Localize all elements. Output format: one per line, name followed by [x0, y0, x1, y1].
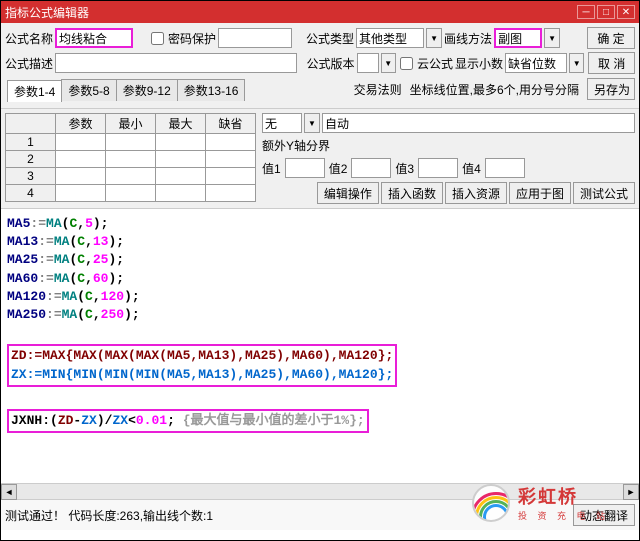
type-input[interactable]	[356, 28, 424, 48]
ver-label: 公式版本	[307, 55, 355, 72]
close-icon[interactable]: ✕	[617, 5, 635, 19]
watermark-subtitle: 投 资 充 电 站	[518, 509, 609, 522]
ok-button[interactable]: 确 定	[587, 27, 635, 49]
insert-func-button[interactable]: 插入函数	[381, 182, 443, 204]
type-label: 公式类型	[306, 30, 354, 47]
rule-dropdown[interactable]: ▼	[304, 113, 320, 133]
extra-y-label: 额外Y轴分界	[262, 139, 330, 153]
maximize-icon[interactable]: □	[597, 5, 615, 19]
val2-input[interactable]	[351, 158, 391, 178]
watermark-title: 彩虹桥	[518, 483, 609, 509]
highlight-zd-zx: ZD:=MAX{MAX(MAX(MAX(MA5,MA13),MA25),MA60…	[7, 344, 397, 386]
param-cell[interactable]	[56, 134, 106, 151]
desc-label: 公式描述	[5, 55, 53, 72]
scroll-left-icon[interactable]: ◄	[1, 484, 17, 500]
tab-params-5-8[interactable]: 参数5-8	[61, 79, 116, 101]
formula-name-input[interactable]	[55, 28, 133, 48]
name-label: 公式名称	[5, 30, 53, 47]
scroll-right-icon[interactable]: ►	[623, 484, 639, 500]
params-table: 参数最小最大缺省 1 2 3 4	[5, 113, 256, 202]
protect-label: 密码保护	[168, 30, 216, 47]
disp-dropdown[interactable]: ▼	[569, 53, 584, 73]
val3-input[interactable]	[418, 158, 458, 178]
val4-input[interactable]	[485, 158, 525, 178]
tab-params-13-16[interactable]: 参数13-16	[177, 79, 246, 101]
draw-input[interactable]	[494, 28, 542, 48]
rainbow-icon	[472, 484, 510, 522]
ver-input[interactable]	[357, 53, 379, 73]
window-title: 指标公式编辑器	[5, 4, 89, 21]
coord-input[interactable]	[322, 113, 635, 133]
test-formula-button[interactable]: 测试公式	[573, 182, 635, 204]
apply-chart-button[interactable]: 应用于图	[509, 182, 571, 204]
tab-params-9-12[interactable]: 参数9-12	[116, 79, 178, 101]
disp-input[interactable]	[505, 53, 567, 73]
highlight-jxnh: JXNH:(ZD-ZX)/ZX<0.01; {最大值与最小值的差小于1%};	[7, 409, 369, 433]
type-dropdown[interactable]: ▼	[426, 28, 442, 48]
ver-dropdown[interactable]: ▼	[381, 53, 396, 73]
cloud-checkbox[interactable]	[400, 57, 413, 70]
desc-input[interactable]	[55, 53, 297, 73]
saveas-button[interactable]: 另存为	[587, 78, 635, 100]
draw-dropdown[interactable]: ▼	[544, 28, 560, 48]
watermark: 彩虹桥 投 资 充 电 站	[472, 483, 609, 522]
coord-label: 坐标线位置,最多6个,用分号分隔	[410, 81, 579, 98]
insert-res-button[interactable]: 插入资源	[445, 182, 507, 204]
minimize-icon[interactable]: ─	[577, 5, 595, 19]
titlebar: 指标公式编辑器 ─ □ ✕	[1, 1, 639, 23]
disp-label: 显示小数	[455, 55, 503, 72]
rule-select[interactable]	[262, 113, 302, 133]
tab-params-1-4[interactable]: 参数1-4	[7, 80, 62, 102]
edit-op-button[interactable]: 编辑操作	[317, 182, 379, 204]
code-editor[interactable]: MA5:=MA(C,5); MA13:=MA(C,13); MA25:=MA(C…	[1, 209, 639, 483]
cancel-button[interactable]: 取 消	[588, 52, 635, 74]
draw-label: 画线方法	[444, 30, 492, 47]
protect-input[interactable]	[218, 28, 292, 48]
cloud-label: 云公式	[417, 55, 453, 72]
rule-label: 交易法则	[354, 81, 402, 98]
val1-input[interactable]	[285, 158, 325, 178]
password-protect-checkbox[interactable]	[151, 32, 164, 45]
